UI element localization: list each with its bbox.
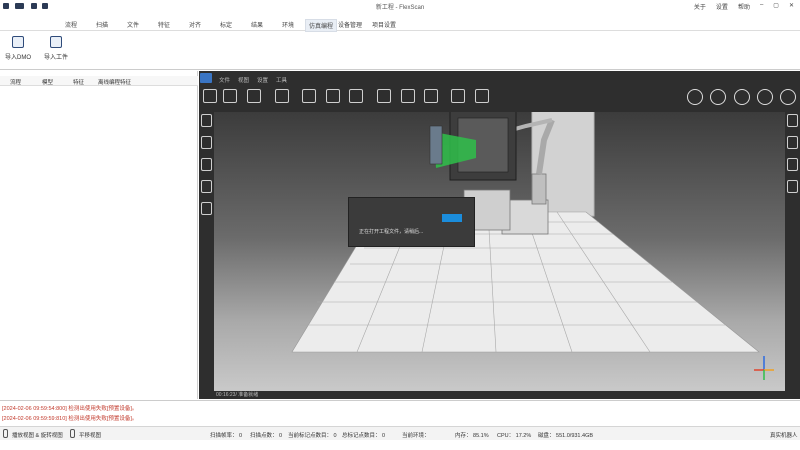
power-icon[interactable]: [757, 89, 773, 105]
open-icon[interactable]: [223, 89, 237, 103]
tab-scan[interactable]: 扫描: [96, 20, 108, 29]
tab-result[interactable]: 结果: [251, 20, 263, 29]
navigate-icon[interactable]: [787, 114, 798, 127]
tree-col-offline-feature[interactable]: 离线编程特征: [98, 78, 131, 86]
viewer-menu-view[interactable]: 视图: [238, 76, 249, 84]
view-mode-pan: 平移视图: [79, 433, 102, 439]
tree-col-feature[interactable]: 特征: [73, 78, 84, 86]
scan-frame-rate: 扫描帧率： 0: [210, 433, 243, 439]
about-link[interactable]: 关于: [692, 1, 708, 12]
memory-usage: 内存： 85.1%: [455, 433, 489, 439]
log-line: [2024-02-06 09:59:54:800] 检测出使用失败[预置设备]。: [2, 406, 138, 412]
speed-icon[interactable]: [780, 89, 796, 105]
viewer-left-toolbar: [199, 112, 214, 399]
tab-environment[interactable]: 环境: [282, 20, 294, 29]
robot-config-icon[interactable]: [326, 89, 340, 103]
list-view-icon[interactable]: [787, 136, 798, 149]
import-dmo-icon: [12, 36, 24, 48]
save-icon[interactable]: [247, 89, 261, 103]
scan-point-count: 扫描点数： 0: [250, 433, 283, 439]
import-workpiece-button[interactable]: 导入工件: [38, 36, 74, 66]
3d-scene[interactable]: 正在打开工程文件，请稍后...: [214, 112, 785, 391]
mouse-icon: [70, 429, 75, 438]
mouse-icon: [3, 429, 8, 438]
tab-simulation-programming[interactable]: 仿真编程: [305, 19, 338, 32]
magnet-snap-icon[interactable]: [475, 89, 489, 103]
simulation-viewer: 文件 视图 设置 工具 正在打开工程文件，请稍后... 00:16:23/ 准备…: [199, 71, 800, 399]
ribbon-tabs: 流程 扫描 文件 特征 对齐 标定 结果 环境 仿真编程 设备管理 项目设置: [0, 17, 800, 32]
robot-teach-icon[interactable]: [349, 89, 363, 103]
log-line: [2024-02-06 09:59:59:810] 检测出使用失败[预置设备]。: [2, 416, 138, 422]
ribbon-panel: 导入DMO 导入工件: [0, 32, 800, 70]
tab-device-management[interactable]: 设备管理: [338, 20, 362, 29]
scene-graphic: [291, 112, 774, 380]
current-marker-count: 当前标记点数目： 0: [288, 433, 337, 439]
progress-indicator: [442, 214, 462, 222]
viewer-menu-file[interactable]: 文件: [219, 76, 230, 84]
stop-icon[interactable]: [710, 89, 726, 105]
viewer-status: 00:16:23/ 准备就绪: [214, 391, 785, 399]
network-icon[interactable]: [787, 158, 798, 171]
robot-base: [531, 173, 547, 205]
measure-ruler-icon[interactable]: [451, 89, 465, 103]
import-dmo-label: 导入DMO: [5, 55, 31, 61]
status-bar: 播放视图 & 旋转视图 平移视图 扫描帧率： 0 扫描点数： 0 当前标记点数目…: [0, 426, 800, 440]
settings-link[interactable]: 设置: [714, 1, 730, 12]
viewer-toolbar: 文件 视图 设置 工具: [199, 71, 800, 112]
viewer-right-toolbar: [785, 112, 800, 399]
program-list-icon[interactable]: [201, 136, 212, 149]
scanner-tool-icon[interactable]: [201, 180, 212, 193]
play-icon[interactable]: [687, 89, 703, 105]
tab-align[interactable]: 对齐: [189, 20, 201, 29]
import-dmo-button[interactable]: 导入DMO: [0, 36, 36, 66]
maximize-button[interactable]: ▢: [771, 1, 781, 12]
log-console: [2024-02-06 09:59:54:800] 检测出使用失败[预置设备]。…: [0, 400, 800, 426]
disk-usage: 磁盘： 551.0/931.4GB: [538, 433, 594, 439]
new-doc-icon[interactable]: [203, 89, 217, 103]
robot-mode: 真实机器人: [770, 433, 798, 439]
tab-feature[interactable]: 特征: [158, 20, 170, 29]
close-button[interactable]: ✕: [787, 1, 796, 12]
current-environment: 当前环境：: [402, 433, 430, 439]
joint-icon[interactable]: [424, 89, 438, 103]
help-link[interactable]: 帮助: [736, 1, 752, 12]
tab-flow[interactable]: 流程: [65, 20, 77, 29]
minimize-button[interactable]: –: [758, 1, 765, 12]
tab-project-settings[interactable]: 项目设置: [372, 20, 396, 29]
tab-file[interactable]: 文件: [127, 20, 139, 29]
total-marker-count: 总标记点数目： 0: [342, 433, 386, 439]
camera-tool-icon[interactable]: [201, 202, 212, 215]
tcp-move-icon[interactable]: [377, 89, 391, 103]
tree-header: 流程 模型 特征 离线编程特征: [0, 76, 198, 86]
view-mode-rotate: 播放视图 & 旋转视图: [12, 433, 63, 439]
viewer-menu-settings[interactable]: 设置: [257, 76, 268, 84]
robot-setup-icon[interactable]: [201, 158, 212, 171]
title-bar: 新工程 - FlexScan 关于 设置 帮助 – ▢ ✕: [0, 0, 800, 12]
viewer-menu-tools[interactable]: 工具: [276, 76, 287, 84]
reset-icon[interactable]: [734, 89, 750, 105]
window-title: 新工程 - FlexScan: [375, 5, 425, 11]
robot-arm-icon[interactable]: [302, 89, 316, 103]
loading-message: 正在打开工程文件，请稍后...: [359, 229, 424, 235]
loading-dialog: 正在打开工程文件，请稍后...: [348, 197, 475, 247]
app-logo-icon: [200, 73, 212, 83]
left-tree-panel: 流程 模型 特征 离线编程特征: [0, 71, 198, 399]
axis-move-icon[interactable]: [401, 89, 415, 103]
import-workpiece-icon: [50, 36, 62, 48]
axis-gizmo: [754, 356, 774, 380]
workpiece-tool-icon[interactable]: [201, 114, 212, 127]
import-workpiece-label: 导入工件: [43, 55, 68, 61]
tree-col-flow[interactable]: 流程: [10, 78, 21, 86]
robot-frame-icon[interactable]: [275, 89, 289, 103]
window-icon[interactable]: [787, 180, 798, 193]
scanner-head: [429, 125, 443, 165]
tab-calibrate[interactable]: 标定: [220, 20, 232, 29]
tree-col-model[interactable]: 模型: [42, 78, 53, 86]
cpu-usage: CPU： 17.2%: [497, 433, 532, 439]
